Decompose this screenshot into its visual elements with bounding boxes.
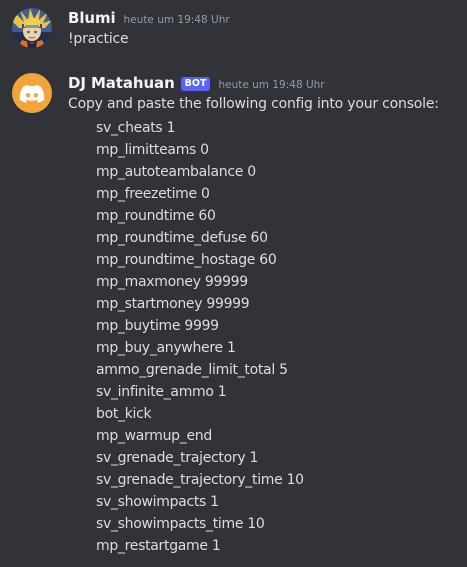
- config-line: sv_cheats 1: [96, 120, 176, 136]
- config-line: mp_buytime 9999: [96, 318, 219, 334]
- config-line: sv_showimpacts 1: [96, 494, 219, 510]
- config-line: mp_autoteambalance 0: [96, 164, 256, 180]
- config-line: sv_grenade_trajectory 1: [96, 450, 259, 466]
- discord-logo-icon: [19, 84, 45, 103]
- config-line: mp_roundtime 60: [96, 208, 216, 224]
- config-line: ammo_grenade_limit_total 5: [96, 362, 288, 378]
- username[interactable]: Blumi: [68, 9, 116, 27]
- user-avatar[interactable]: [12, 8, 52, 48]
- config-line: mp_buy_anywhere 1: [96, 340, 236, 356]
- message-header: Blumi heute um 19:48 Uhr: [68, 9, 230, 27]
- message-intro: Copy and paste the following config into…: [68, 96, 439, 112]
- config-line: mp_warmup_end: [96, 428, 212, 444]
- config-line: bot_kick: [96, 406, 152, 422]
- message-content: !practice: [68, 31, 129, 47]
- config-line: mp_restartgame 1: [96, 538, 221, 554]
- anime-character-avatar-icon: [12, 8, 52, 48]
- timestamp[interactable]: heute um 19:48 Uhr: [218, 79, 324, 91]
- config-line: sv_infinite_ammo 1: [96, 384, 227, 400]
- config-line: mp_roundtime_hostage 60: [96, 252, 277, 268]
- config-line: mp_maxmoney 99999: [96, 274, 248, 290]
- message-header: DJ Matahuan BOT heute um 19:48 Uhr: [68, 74, 325, 93]
- config-line: sv_grenade_trajectory_time 10: [96, 472, 304, 488]
- config-line: sv_showimpacts_time 10: [96, 516, 265, 532]
- timestamp[interactable]: heute um 19:48 Uhr: [124, 14, 230, 26]
- bot-avatar[interactable]: [12, 73, 52, 113]
- config-list: sv_cheats 1 mp_limitteams 0 mp_autoteamb…: [96, 117, 304, 557]
- bot-badge: BOT: [180, 77, 211, 91]
- config-line: mp_freezetime 0: [96, 186, 210, 202]
- config-line: mp_roundtime_defuse 60: [96, 230, 268, 246]
- username[interactable]: DJ Matahuan: [68, 74, 175, 92]
- config-line: mp_limitteams 0: [96, 142, 209, 158]
- config-line: mp_startmoney 99999: [96, 296, 250, 312]
- chat-log: Blumi heute um 19:48 Uhr !practice DJ Ma…: [0, 0, 467, 567]
